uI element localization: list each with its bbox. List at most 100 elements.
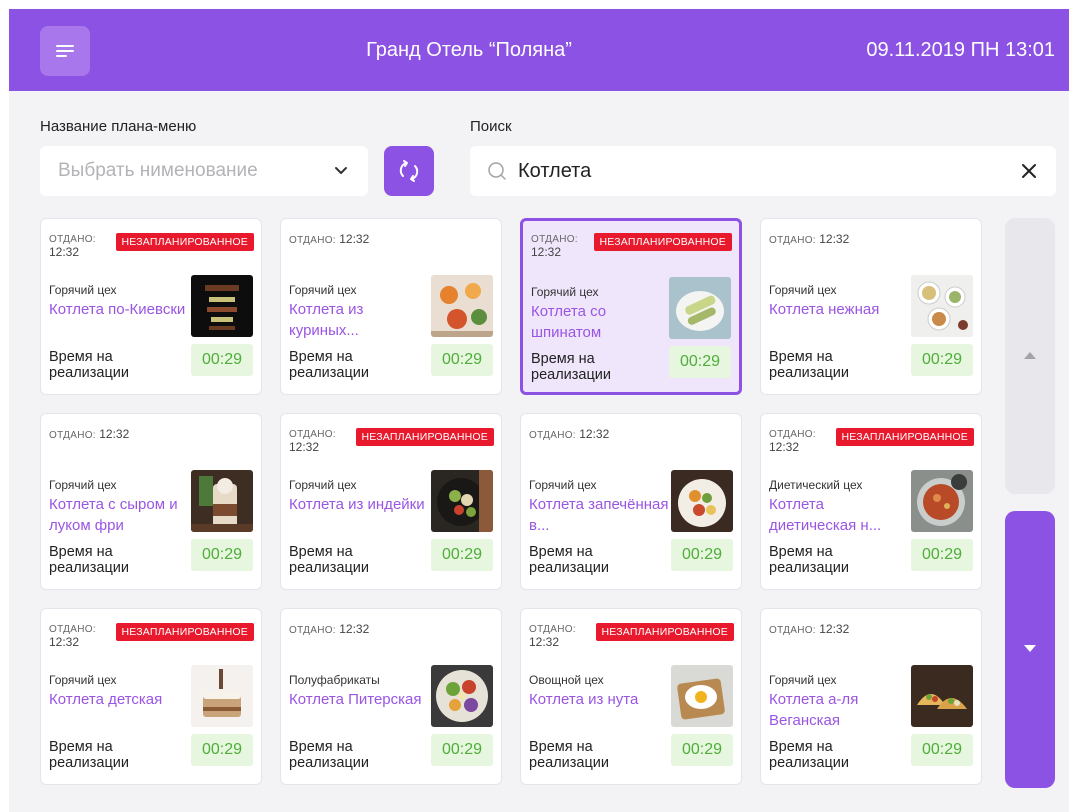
dish-card[interactable]: ОТДАНО: 12:32 НЕЗАПЛАНИРОВАННОЕ Диетический… (760, 413, 982, 590)
dish-name: Котлета запечённая в... (529, 496, 669, 534)
given-label: ОТДАНО: (289, 625, 336, 636)
given-time-value: 12:32 (531, 245, 562, 259)
datetime: 09.11.2019 ПН 13:01 (866, 39, 1055, 61)
workshop-label: Горячий цех (49, 673, 117, 687)
time-label: Время на реализации (769, 544, 849, 576)
dish-card[interactable]: ОТДАНО: 12:32 НЕЗАПЛАНИРОВАННОЕ Горячий цех… (40, 608, 262, 785)
time-label: Время на реализации (529, 739, 609, 771)
given-time: ОТДАНО: 12:32 (529, 428, 609, 442)
search-box (470, 146, 1056, 196)
search-input[interactable] (518, 156, 998, 186)
dish-photo (191, 470, 253, 532)
given-label: ОТДАНО: (769, 235, 816, 246)
dish-photo (669, 277, 731, 339)
given-time: ОТДАНО: 12:32 (289, 623, 369, 637)
timer-badge: 00:29 (911, 344, 973, 376)
dish-photo (911, 665, 973, 727)
dish-card[interactable]: ОТДАНО: 12:32 Полуфабрикаты Котлета Питерс… (280, 608, 502, 785)
time-label: Время на реализации (289, 544, 369, 576)
menu-plan-label: Название плана-меню (40, 118, 197, 135)
given-time: ОТДАНО: 12:32 (531, 233, 578, 259)
workshop-label: Горячий цех (769, 283, 837, 297)
timer-badge: 00:29 (191, 734, 253, 766)
workshop-label: Горячий цех (531, 285, 599, 299)
unplanned-badge: НЕЗАПЛАНИРОВАННОЕ (593, 233, 732, 251)
given-time: ОТДАНО: 12:32 (49, 428, 129, 442)
dish-photo (671, 470, 733, 532)
timer-badge: 00:29 (191, 539, 253, 571)
given-time-value: 12:32 (49, 635, 80, 649)
given-time: ОТДАНО: 12:32 (769, 233, 849, 247)
workshop-label: Горячий цех (289, 478, 357, 492)
timer-badge: 00:29 (669, 346, 731, 378)
given-label: ОТДАНО: (289, 235, 336, 246)
given-time-value: 12:32 (819, 622, 850, 636)
dish-card[interactable]: ОТДАНО: 12:32 Горячий цех Котлета из курин… (280, 218, 502, 395)
refresh-icon (399, 160, 419, 182)
dish-card[interactable]: ОТДАНО: 12:32 Горячий цех Котлета а-ля Вег… (760, 608, 982, 785)
workshop-label: Овощной цех (529, 673, 604, 687)
given-time-value: 12:32 (769, 440, 800, 454)
given-time-value: 12:32 (339, 232, 370, 246)
given-time: ОТДАНО: 12:32 (289, 233, 369, 247)
refresh-button[interactable] (384, 146, 434, 196)
time-label: Время на реализации (529, 544, 609, 576)
dish-photo (911, 470, 973, 532)
dish-photo (911, 275, 973, 337)
dish-photo (191, 275, 253, 337)
workshop-label: Горячий цех (289, 283, 357, 297)
dish-name: Котлета Питерская (289, 691, 422, 708)
time-label: Время на реализации (49, 349, 129, 381)
time-label: Время на реализации (531, 351, 611, 383)
time-label: Время на реализации (49, 739, 129, 771)
dish-photo (431, 275, 493, 337)
search-label: Поиск (470, 118, 512, 135)
given-time: ОТДАНО: 12:32 (49, 233, 96, 259)
dish-card[interactable]: ОТДАНО: 12:32 Горячий цех Котлета с сыром … (40, 413, 262, 590)
given-label: ОТДАНО: (49, 430, 96, 441)
given-time: ОТДАНО: 12:32 (769, 623, 849, 637)
dish-card[interactable]: ОТДАНО: 12:32 Горячий цех Котлета запечённ… (520, 413, 742, 590)
timer-badge: 00:29 (911, 539, 973, 571)
dish-card[interactable]: ОТДАНО: 12:32 НЕЗАПЛАНИРОВАННОЕ Горячий цех… (520, 218, 742, 395)
time-label: Время на реализации (289, 349, 369, 381)
dish-card[interactable]: ОТДАНО: 12:32 НЕЗАПЛАНИРОВАННОЕ Горячий цех… (40, 218, 262, 395)
workshop-label: Горячий цех (769, 673, 837, 687)
chevron-down-icon (335, 167, 347, 174)
dish-name: Котлета из куриных... (289, 301, 364, 339)
timer-badge: 00:29 (431, 539, 493, 571)
timer-badge: 00:29 (191, 344, 253, 376)
dish-card[interactable]: ОТДАНО: 12:32 НЕЗАПЛАНИРОВАННОЕ Горячий цех… (280, 413, 502, 590)
dish-card[interactable]: ОТДАНО: 12:32 Горячий цех Котлета нежная Вр… (760, 218, 982, 395)
given-time: ОТДАНО: 12:32 (49, 623, 96, 649)
dish-name: Котлета диетическая н... (769, 496, 882, 534)
given-time: ОТДАНО: 12:32 (289, 428, 336, 454)
timer-badge: 00:29 (671, 539, 733, 571)
given-time-value: 12:32 (339, 622, 370, 636)
unplanned-badge: НЕЗАПЛАНИРОВАННОЕ (595, 623, 734, 641)
dish-name: Котлета с сыром и луком фри (49, 496, 178, 534)
timer-badge: 00:29 (911, 734, 973, 766)
dish-photo (431, 665, 493, 727)
menu-plan-select[interactable]: Выбрать нимeнование (40, 146, 368, 196)
unplanned-badge: НЕЗАПЛАНИРОВАННОЕ (835, 428, 974, 446)
dish-name: Котлета со шпинатом (531, 303, 607, 341)
given-label: ОТДАНО: (769, 625, 816, 636)
dish-card[interactable]: ОТДАНО: 12:32 НЕЗАПЛАНИРОВАННОЕ Овощной цех… (520, 608, 742, 785)
given-time: ОТДАНО: 12:32 (769, 428, 816, 454)
hotel-title: Гранд Отель “Поляна” (366, 39, 572, 61)
scroll-down-button[interactable] (1005, 511, 1055, 788)
time-label: Время на реализации (289, 739, 369, 771)
scroll-up-button[interactable] (1005, 218, 1055, 494)
search-icon (488, 162, 506, 180)
given-label: ОТДАНО: (529, 430, 576, 441)
dish-photo (671, 665, 733, 727)
workshop-label: Горячий цех (49, 283, 117, 297)
close-icon[interactable] (1020, 162, 1038, 180)
given-time-value: 12:32 (49, 245, 80, 259)
dish-name: Котлета из нута (529, 691, 639, 708)
time-label: Время на реализации (49, 544, 129, 576)
header-bar: Гранд Отель “Поляна” 09.11.2019 ПН 13:01 (9, 9, 1069, 91)
time-label: Время на реализации (769, 349, 849, 381)
triangle-down-icon (1024, 645, 1036, 652)
